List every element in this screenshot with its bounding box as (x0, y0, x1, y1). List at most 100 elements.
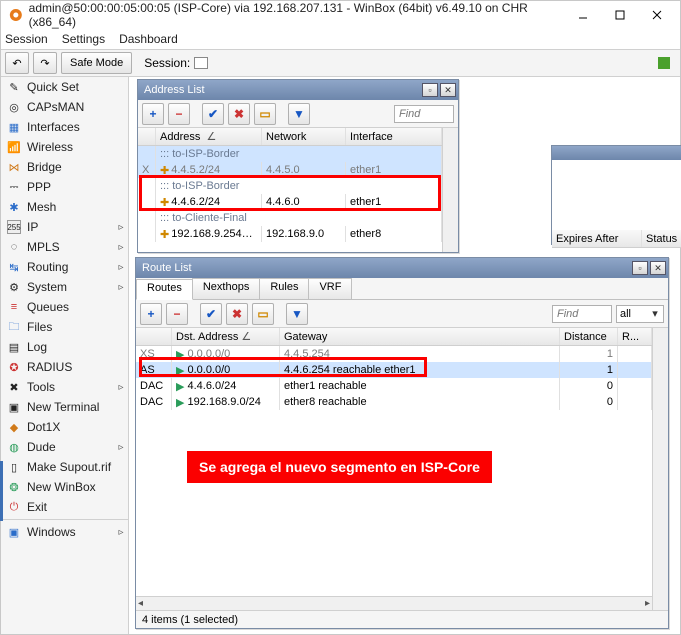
system-icon: ⚙ (7, 280, 21, 294)
tab-nexthops[interactable]: Nexthops (192, 278, 260, 299)
sidebar-item-files[interactable]: 🗀Files (1, 317, 128, 337)
enable-button[interactable]: ✔ (200, 303, 222, 325)
table-row[interactable]: ::: to-Cliente-Final (138, 210, 442, 226)
vertical-tab-label: WinBox (0, 461, 3, 521)
tab-rules[interactable]: Rules (259, 278, 309, 299)
route-list-statusbar: 4 items (1 selected) (136, 610, 668, 628)
close-button[interactable]: ✕ (440, 83, 456, 97)
vertical-scrollbar[interactable] (442, 128, 458, 252)
tab-routes[interactable]: Routes (136, 279, 193, 300)
sidebar-item-windows[interactable]: ▣Windows▹ (1, 522, 128, 542)
sidebar-item-exit[interactable]: ⏻Exit (1, 497, 128, 517)
redo-button[interactable]: ↷ (33, 52, 57, 74)
safe-mode-button[interactable]: Safe Mode (61, 52, 132, 74)
menu-settings[interactable]: Settings (62, 32, 105, 46)
sidebar-item-bridge[interactable]: ⋈Bridge (1, 157, 128, 177)
close-button[interactable]: ✕ (650, 261, 666, 275)
wand-icon: ✎ (7, 80, 21, 94)
sidebar-item-new-terminal[interactable]: ▣New Terminal (1, 397, 128, 417)
session-box[interactable] (194, 57, 208, 69)
disable-button[interactable]: ✖ (226, 303, 248, 325)
connection-indicator (658, 57, 670, 69)
sidebar-item-dude[interactable]: ◍Dude▹ (1, 437, 128, 457)
sidebar-item-interfaces[interactable]: ▦Interfaces (1, 117, 128, 137)
table-row[interactable]: ::: to-ISP-Border (138, 146, 442, 162)
wireless-icon: 📶 (7, 140, 21, 154)
secondary-window-titlebar[interactable]: ▫ ✕ (552, 146, 681, 160)
main-toolbar: ↶ ↷ Safe Mode Session: (1, 49, 680, 77)
sidebar-item-ip[interactable]: 255IP▹ (1, 217, 128, 237)
sidebar-item-tools[interactable]: ✖Tools▹ (1, 377, 128, 397)
sidebar-item-capsman[interactable]: ◎CAPsMAN (1, 97, 128, 117)
maximize-button[interactable] (602, 1, 639, 29)
find-input[interactable]: Find (394, 105, 454, 123)
tab-vrf[interactable]: VRF (308, 278, 352, 299)
sidebar-item-quick-set[interactable]: ✎Quick Set (1, 77, 128, 97)
filter-button[interactable]: ▼ (286, 303, 308, 325)
interfaces-icon: ▦ (7, 120, 21, 134)
queues-icon: ≡ (7, 300, 21, 314)
minimize-button[interactable] (565, 1, 602, 29)
chevron-right-icon: ▹ (114, 282, 128, 293)
menubar: Session Settings Dashboard (1, 29, 680, 49)
menu-dashboard[interactable]: Dashboard (119, 32, 178, 46)
col-expires[interactable]: Expires After (552, 230, 642, 247)
mpls-icon: ◌ (7, 240, 21, 254)
ip-icon: 255 (7, 220, 21, 234)
sidebar-item-make-supout[interactable]: ▯Make Supout.rif (1, 457, 128, 477)
add-button[interactable]: + (140, 303, 162, 325)
col-interface[interactable]: Interface (346, 128, 442, 145)
enable-button[interactable]: ✔ (202, 103, 224, 125)
chevron-right-icon: ▹ (114, 527, 128, 538)
table-row[interactable]: DAC ▶4.4.6.0/24 ether1 reachable 0 (136, 378, 652, 394)
vertical-scrollbar[interactable] (652, 328, 668, 610)
table-row[interactable]: ✚192.168.9.254… 192.168.9.0 ether8 (138, 226, 442, 242)
sidebar-item-wireless[interactable]: 📶Wireless (1, 137, 128, 157)
sidebar-item-queues[interactable]: ≡Queues (1, 297, 128, 317)
sidebar-item-routing[interactable]: ↹Routing▹ (1, 257, 128, 277)
sidebar-item-mesh[interactable]: ✱Mesh (1, 197, 128, 217)
sidebar: ✎Quick Set ◎CAPsMAN ▦Interfaces 📶Wireles… (1, 77, 129, 634)
col-network[interactable]: Network (262, 128, 346, 145)
sidebar-item-radius[interactable]: ✪RADIUS (1, 357, 128, 377)
restore-button[interactable]: ▫ (422, 83, 438, 97)
supout-icon: ▯ (7, 460, 21, 474)
col-distance[interactable]: Distance (560, 328, 618, 345)
menu-session[interactable]: Session (5, 32, 48, 46)
col-dst[interactable]: Dst. Address ∠ (172, 328, 280, 345)
comment-button[interactable]: ▭ (254, 103, 276, 125)
col-r[interactable]: R... (618, 328, 652, 345)
horizontal-scrollbar[interactable]: ◂▸ (136, 596, 652, 610)
dude-icon: ◍ (7, 440, 21, 454)
filter-button[interactable]: ▼ (288, 103, 310, 125)
remove-button[interactable]: − (168, 103, 190, 125)
col-gateway[interactable]: Gateway (280, 328, 560, 345)
route-table-header: Dst. Address ∠ Gateway Distance R... (136, 328, 652, 346)
disable-button[interactable]: ✖ (228, 103, 250, 125)
route-list-titlebar[interactable]: Route List ▫ ✕ (136, 258, 668, 278)
sidebar-item-system[interactable]: ⚙System▹ (1, 277, 128, 297)
app-icon (9, 8, 23, 22)
routing-icon: ↹ (7, 260, 21, 274)
find-input[interactable]: Find (552, 305, 612, 323)
address-list-titlebar[interactable]: Address List ▫ ✕ (138, 80, 458, 100)
remove-button[interactable]: − (166, 303, 188, 325)
sidebar-item-mpls[interactable]: ◌MPLS▹ (1, 237, 128, 257)
filter-select[interactable]: all▾ (616, 305, 664, 323)
table-row[interactable]: DAC ▶192.168.9.0/24 ether8 reachable 0 (136, 394, 652, 410)
sidebar-item-log[interactable]: ▤Log (1, 337, 128, 357)
restore-button[interactable]: ▫ (632, 261, 648, 275)
add-button[interactable]: + (142, 103, 164, 125)
secondary-window: ▫ ✕ Find Expires After Status ▾ (551, 145, 681, 245)
mesh-icon: ✱ (7, 200, 21, 214)
close-button[interactable] (639, 1, 676, 29)
comment-button[interactable]: ▭ (252, 303, 274, 325)
route-play-icon: ▶ (176, 396, 184, 409)
undo-button[interactable]: ↶ (5, 52, 29, 74)
col-address[interactable]: Address ∠ (156, 128, 262, 145)
sidebar-item-new-winbox[interactable]: ❂New WinBox (1, 477, 128, 497)
sidebar-item-ppp[interactable]: ⎓PPP (1, 177, 128, 197)
bridge-icon: ⋈ (7, 160, 21, 174)
col-status[interactable]: Status (642, 230, 681, 247)
sidebar-item-dot1x[interactable]: ◆Dot1X (1, 417, 128, 437)
